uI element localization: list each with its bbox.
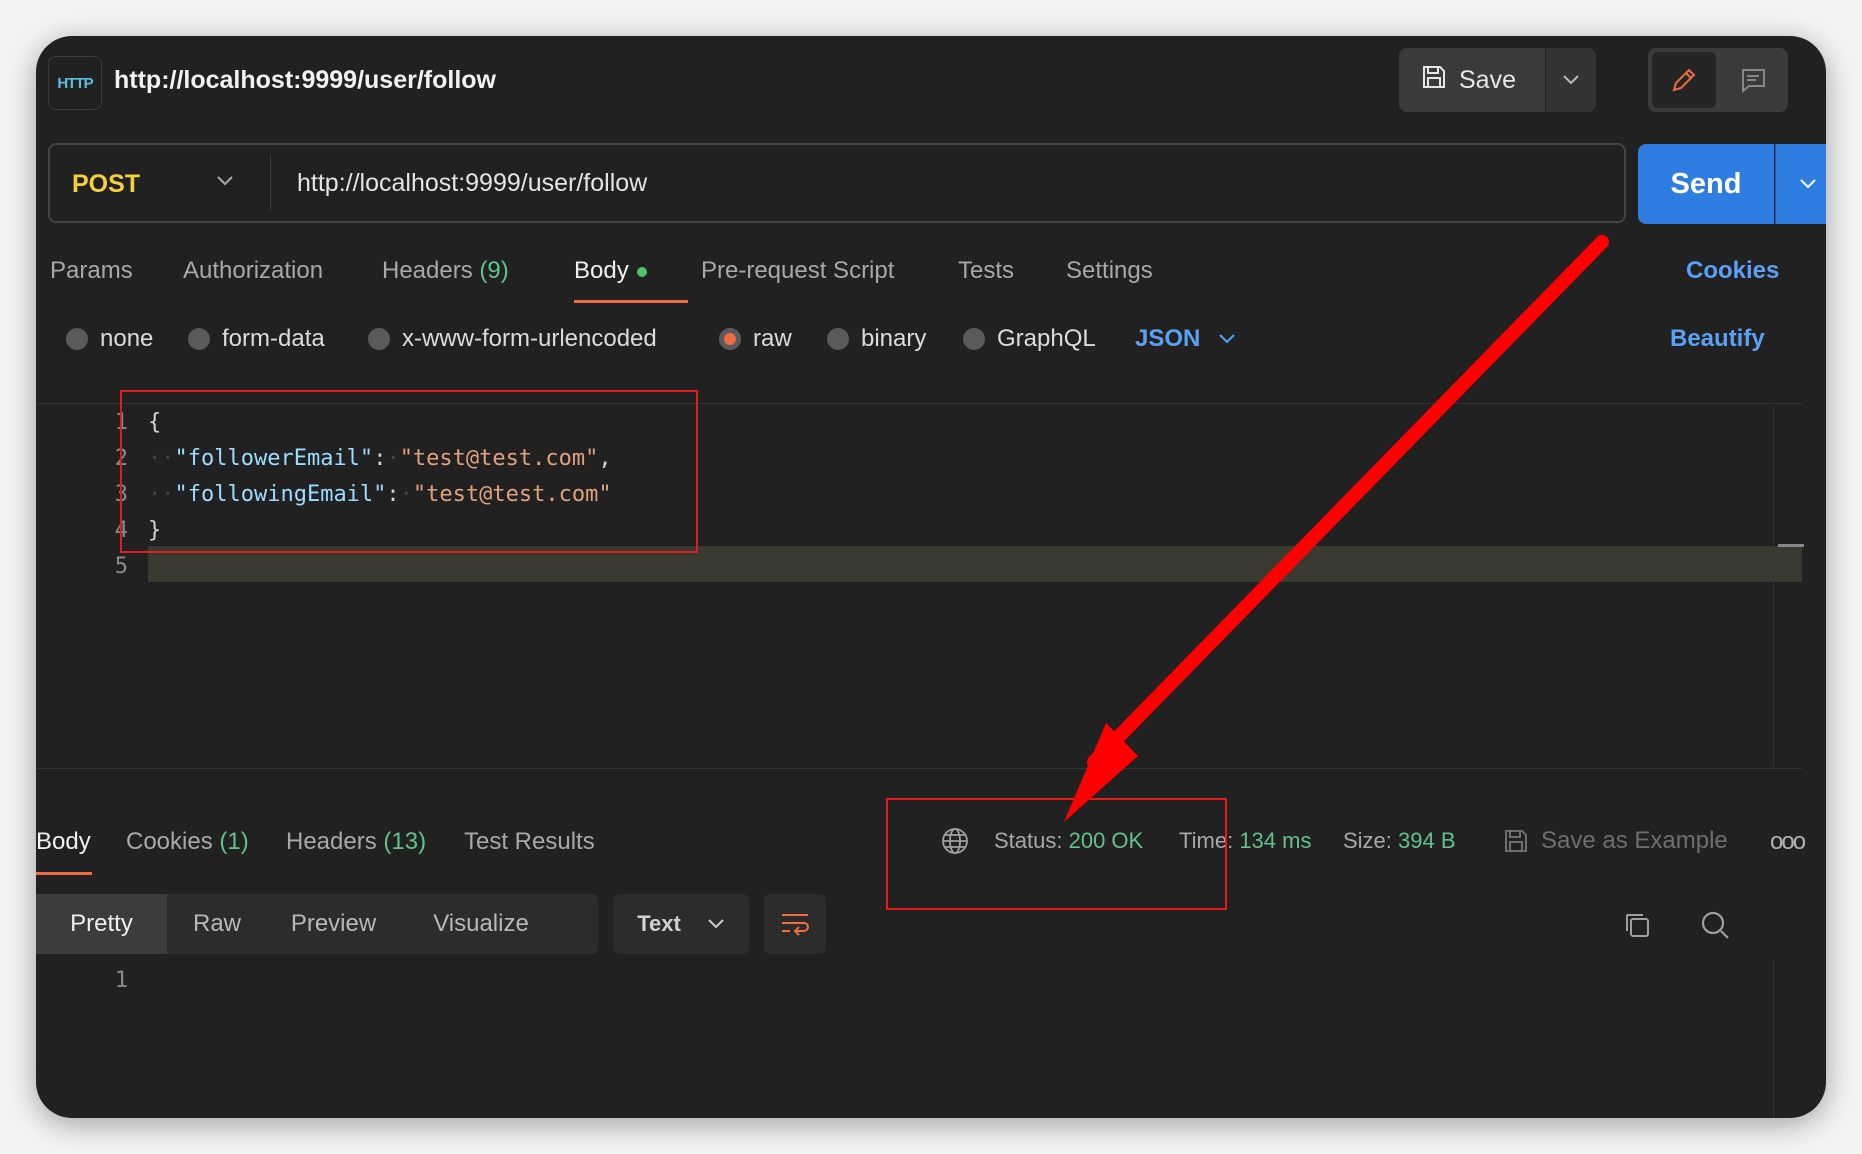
send-button[interactable]: Send [1638, 144, 1774, 224]
save-as-example-button[interactable]: Save as Example [1503, 827, 1728, 855]
chevron-down-icon [1800, 179, 1816, 189]
format-select[interactable]: JSON [1135, 325, 1236, 353]
response-tab-headers[interactable]: Headers (13) [286, 828, 426, 856]
active-response-tab-indicator [36, 872, 92, 875]
tab-params[interactable]: Params [50, 257, 133, 285]
method-chevron-down-icon[interactable] [216, 174, 234, 192]
view-visualize[interactable]: Visualize [400, 894, 562, 954]
comment-icon [1742, 69, 1765, 94]
radio-x-www-form-urlencoded[interactable]: x-www-form-urlencoded [368, 325, 657, 353]
view-pretty[interactable]: Pretty [36, 894, 167, 954]
tab-settings[interactable]: Settings [1066, 257, 1153, 285]
search-icon[interactable] [1700, 910, 1730, 945]
response-size[interactable]: Size: 394 B [1343, 828, 1456, 854]
line-number: 1 [114, 968, 128, 993]
request-title[interactable]: http://localhost:9999/user/follow [114, 66, 496, 95]
response-scrollbar[interactable] [1773, 960, 1774, 1118]
body-modified-dot [636, 266, 647, 277]
radio-none[interactable]: none [66, 325, 153, 353]
method-select[interactable]: POST [72, 170, 140, 199]
radio-form-data[interactable]: form-data [188, 325, 325, 353]
radio-raw[interactable]: raw [719, 325, 792, 353]
more-options-icon[interactable]: ooo [1770, 828, 1806, 856]
save-icon [1505, 830, 1527, 852]
tab-tests[interactable]: Tests [958, 257, 1014, 285]
response-tab-cookies[interactable]: Cookies (1) [126, 828, 249, 856]
status-annotation-box [886, 798, 1227, 910]
request-body-annotation-box [120, 390, 698, 553]
response-format-select[interactable]: Text [613, 894, 749, 954]
view-preview[interactable]: Preview [267, 894, 400, 954]
radio-graphql[interactable]: GraphQL [963, 325, 1096, 353]
tab-pre-request-script[interactable]: Pre-request Script [701, 257, 894, 285]
response-tab-test-results[interactable]: Test Results [464, 828, 595, 856]
save-dropdown-button[interactable] [1546, 48, 1596, 112]
postman-window: HTTP http://localhost:9999/user/follow S… [36, 36, 1826, 1118]
active-tab-indicator [574, 300, 688, 303]
tab-authorization[interactable]: Authorization [183, 257, 323, 285]
save-label: Save [1459, 65, 1516, 94]
wrap-lines-button[interactable] [764, 894, 826, 954]
url-divider [270, 155, 271, 211]
url-bar [48, 143, 1626, 223]
radio-binary[interactable]: binary [827, 325, 926, 353]
save-button[interactable]: Save [1399, 48, 1545, 112]
http-icon: HTTP [48, 56, 102, 110]
editor-scroll-marker [1778, 544, 1804, 547]
pencil-icon [1672, 68, 1696, 92]
cookies-link[interactable]: Cookies [1686, 257, 1779, 285]
save-icon [1421, 64, 1447, 97]
url-input[interactable]: http://localhost:9999/user/follow [297, 169, 647, 198]
chevron-down-icon [708, 919, 724, 929]
beautify-button[interactable]: Beautify [1670, 325, 1765, 353]
view-raw[interactable]: Raw [167, 894, 267, 954]
editor-scrollbar[interactable] [1773, 406, 1774, 766]
edit-mode-button[interactable] [1652, 52, 1716, 108]
tab-body[interactable]: Body [574, 257, 647, 285]
chevron-down-icon [1563, 75, 1579, 85]
send-dropdown-button[interactable] [1775, 144, 1826, 224]
line-number: 5 [114, 554, 128, 579]
copy-icon[interactable] [1622, 910, 1652, 945]
response-tab-body[interactable]: Body [36, 828, 91, 856]
chevron-down-icon [1219, 334, 1236, 344]
comments-button[interactable] [1721, 52, 1785, 108]
wrap-lines-icon [782, 914, 809, 936]
tab-headers[interactable]: Headers (9) [382, 257, 509, 285]
